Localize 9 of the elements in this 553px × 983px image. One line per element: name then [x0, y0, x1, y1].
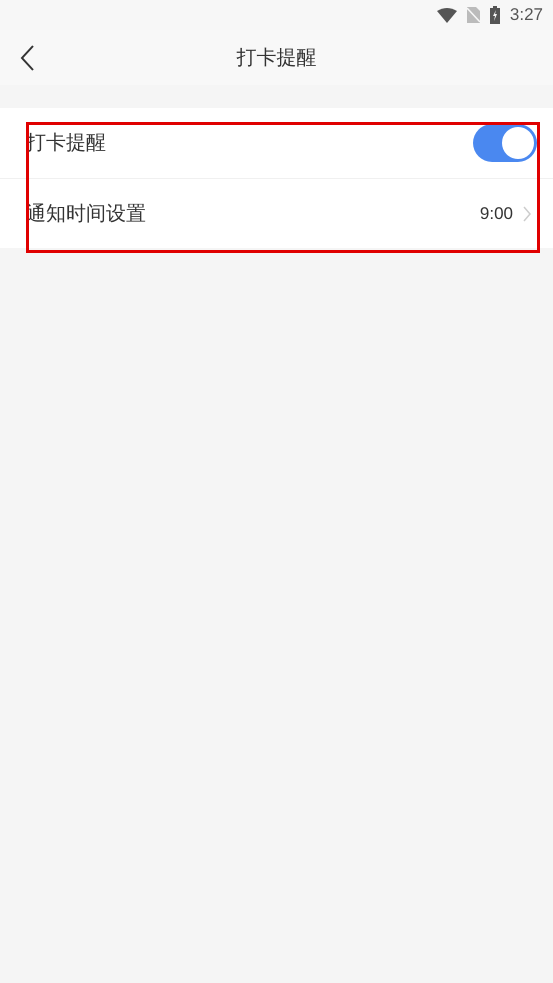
page-title: 打卡提醒 [236, 46, 316, 70]
toggle-switch[interactable] [473, 124, 537, 162]
battery-charging-icon [490, 6, 500, 24]
setting-value: 9:00 [480, 202, 513, 225]
status-time: 3:27 [510, 4, 543, 26]
wifi-icon [436, 8, 457, 22]
back-icon [20, 45, 34, 71]
no-sim-icon [466, 7, 480, 23]
chevron-right-icon [523, 206, 531, 222]
